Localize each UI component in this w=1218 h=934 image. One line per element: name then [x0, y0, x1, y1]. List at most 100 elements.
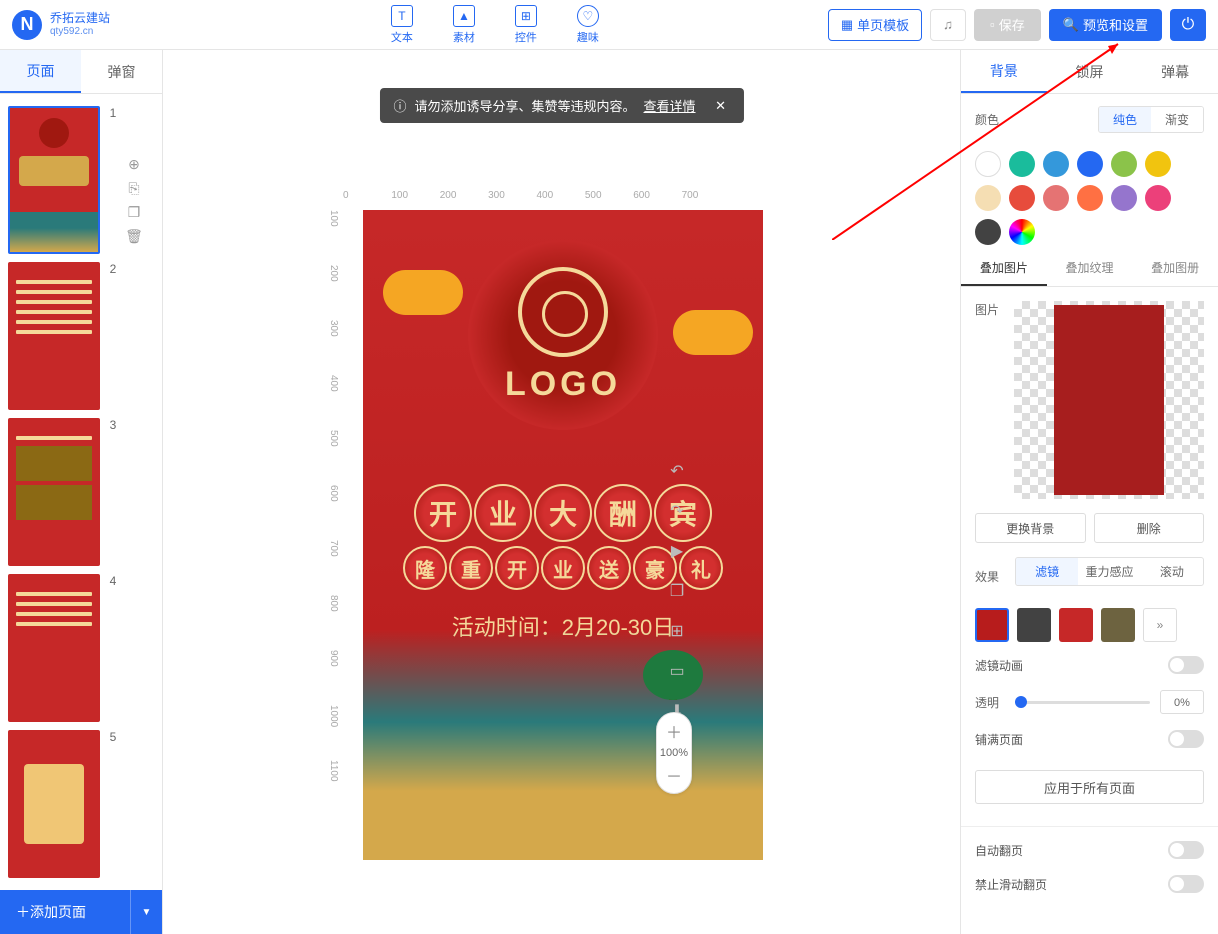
apply-all-button[interactable]: 应用于所有页面	[975, 770, 1204, 804]
color-picker-swatch[interactable]	[1009, 219, 1035, 245]
overlay-album-tab[interactable]: 叠加图册	[1132, 251, 1218, 286]
opacity-slider[interactable]	[1015, 701, 1150, 704]
redo-icon[interactable]: ↷	[666, 500, 688, 522]
page-thumb-3[interactable]	[8, 418, 100, 566]
color-swatch[interactable]	[1009, 151, 1035, 177]
color-mode-segment: 纯色 渐变	[1098, 106, 1204, 133]
image-preview[interactable]	[1014, 301, 1204, 499]
fill-page-toggle[interactable]	[1168, 730, 1204, 748]
play-icon[interactable]: ▶	[666, 540, 688, 562]
undo-icon[interactable]: ↶	[666, 460, 688, 482]
cloud-decoration	[383, 270, 463, 315]
widget-tool[interactable]: ⊞控件	[515, 5, 537, 45]
tab-page[interactable]: 页面	[0, 50, 81, 93]
color-swatches	[975, 145, 1204, 251]
delete-button[interactable]: 删除	[1094, 513, 1205, 543]
fun-tool[interactable]: ♡趣味	[577, 5, 599, 45]
solid-mode-button[interactable]: 纯色	[1099, 107, 1151, 132]
text-icon: T	[391, 5, 413, 27]
filter-option[interactable]	[1101, 608, 1135, 642]
plus-icon: ＋	[16, 902, 30, 922]
filter-more-button[interactable]: »	[1143, 608, 1177, 642]
image-icon: ▲	[453, 5, 475, 27]
color-swatch[interactable]	[1145, 151, 1171, 177]
zoom-value: 100%	[660, 747, 688, 759]
app-header: N 乔拓云建站 qty592.cn T文本 ▲素材 ⊞控件 ♡趣味 ▦单页模板 …	[0, 0, 1218, 50]
color-swatch[interactable]	[1077, 151, 1103, 177]
no-swipe-toggle[interactable]	[1168, 875, 1204, 893]
scroll-tab[interactable]: 滚动	[1141, 558, 1203, 585]
page-thumb-5[interactable]	[8, 730, 100, 878]
zoom-out-button[interactable]: －	[662, 763, 686, 787]
color-swatch[interactable]	[1111, 151, 1137, 177]
warning-link[interactable]: 查看详情	[644, 96, 696, 115]
color-swatch[interactable]	[975, 151, 1001, 177]
material-tool[interactable]: ▲素材	[453, 5, 475, 45]
warning-text: 请勿添加诱导分享、集赞等违规内容。	[414, 96, 635, 115]
header-actions: ▦单页模板 ♫ ▫保存 🔍预览和设置 ⏻	[828, 9, 1206, 41]
design-canvas[interactable]: LOGO 开业大酬宾 隆重开业送豪礼 活动时间：2月20-30日	[363, 210, 763, 860]
fill-page-label: 铺满页面	[975, 731, 1023, 748]
delete-icon[interactable]: 🗑	[126, 228, 142, 244]
music-button[interactable]: ♫	[930, 9, 966, 41]
logo-subtitle: qty592.cn	[50, 26, 110, 38]
effect-tabs: 滤镜 重力感应 滚动	[1015, 557, 1204, 586]
ruler-horizontal: 0100200300400500600700	[343, 190, 730, 208]
color-swatch[interactable]	[1043, 185, 1069, 211]
color-swatch[interactable]	[1145, 185, 1171, 211]
auto-flip-label: 自动翻页	[975, 842, 1023, 859]
filter-anim-toggle[interactable]	[1168, 656, 1204, 674]
add-page-button[interactable]: ＋添加页面	[0, 902, 130, 922]
text-tool[interactable]: T文本	[391, 5, 413, 45]
copy-icon[interactable]: ⎘	[126, 180, 142, 196]
overlay-texture-tab[interactable]: 叠加纹理	[1047, 251, 1133, 286]
tab-lockscreen[interactable]: 锁屏	[1047, 50, 1133, 93]
add-page-dropdown[interactable]: ▼	[130, 890, 162, 934]
info-icon: ⓘ	[393, 96, 406, 115]
zoom-control: ＋ 100% －	[656, 712, 692, 794]
save-icon: ▫	[990, 17, 995, 32]
page-thumb-2[interactable]	[8, 262, 100, 410]
overlay-image-tab[interactable]: 叠加图片	[961, 251, 1047, 286]
color-swatch[interactable]	[975, 219, 1001, 245]
logo-title: 乔拓云建站	[50, 11, 110, 25]
tab-background[interactable]: 背景	[961, 50, 1047, 93]
filter-option[interactable]	[975, 608, 1009, 642]
preview-settings-button[interactable]: 🔍预览和设置	[1049, 9, 1162, 41]
image-label: 图片	[975, 301, 1004, 318]
tab-danmu[interactable]: 弹幕	[1132, 50, 1218, 93]
canvas-banner: 开业大酬宾 隆重开业送豪礼	[363, 480, 763, 594]
filter-tab[interactable]: 滤镜	[1016, 558, 1078, 585]
power-button[interactable]: ⏻	[1170, 9, 1206, 41]
page-thumb-1[interactable]	[8, 106, 100, 254]
color-swatch[interactable]	[1111, 185, 1137, 211]
device-icon[interactable]: ▭	[666, 660, 688, 682]
zoom-in-button[interactable]: ＋	[662, 719, 686, 743]
duplicate-icon[interactable]: ❐	[126, 204, 142, 220]
single-page-template-button[interactable]: ▦单页模板	[828, 9, 922, 41]
gradient-mode-button[interactable]: 渐变	[1151, 107, 1203, 132]
color-label: 颜色	[975, 111, 1005, 128]
chevron-down-icon: ▼	[142, 907, 152, 918]
color-swatch[interactable]	[1043, 151, 1069, 177]
gravity-tab[interactable]: 重力感应	[1078, 558, 1140, 585]
change-background-button[interactable]: 更换背景	[975, 513, 1086, 543]
auto-flip-toggle[interactable]	[1168, 841, 1204, 859]
color-swatch[interactable]	[1009, 185, 1035, 211]
close-icon[interactable]: ✕	[712, 97, 730, 115]
wave-decoration	[363, 630, 763, 860]
effect-label: 效果	[975, 568, 1005, 585]
add-page-bar: ＋添加页面 ▼	[0, 890, 162, 934]
grid-tool-icon[interactable]: ⊞	[666, 620, 688, 642]
filter-option[interactable]	[1059, 608, 1093, 642]
page-thumb-4[interactable]	[8, 574, 100, 722]
add-icon[interactable]: ⊕	[126, 156, 142, 172]
ruler-vertical: 10020030040050060070080090010001100	[328, 210, 348, 815]
tab-popup[interactable]: 弹窗	[81, 50, 162, 93]
filter-option[interactable]	[1017, 608, 1051, 642]
layers-icon[interactable]: ❐	[666, 580, 688, 602]
page-thumbnails: 1 ⊕ ⎘ ❐ 🗑 2 3 4 5	[0, 94, 162, 890]
color-swatch[interactable]	[1077, 185, 1103, 211]
music-icon: ♫	[943, 17, 953, 32]
color-swatch[interactable]	[975, 185, 1001, 211]
